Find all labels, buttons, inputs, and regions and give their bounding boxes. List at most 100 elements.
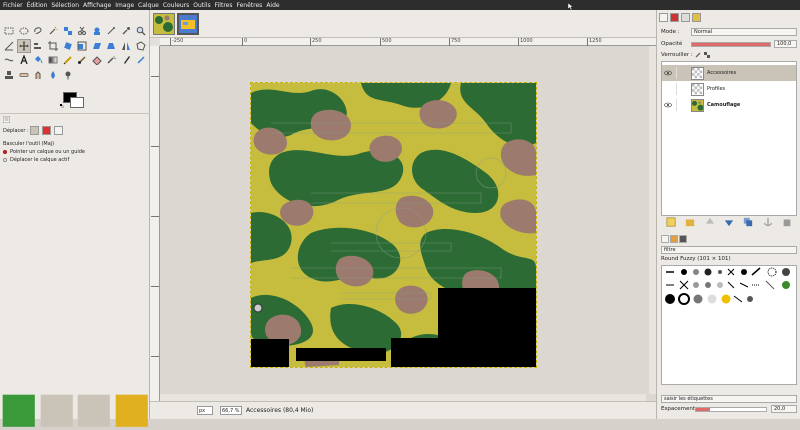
radio-move-active[interactable] bbox=[3, 157, 7, 162]
zoom-selector[interactable]: 66,7 % bbox=[220, 406, 242, 415]
camouflage-image[interactable] bbox=[250, 82, 537, 368]
move-selection-mode-button[interactable] bbox=[42, 126, 51, 135]
horizontal-ruler[interactable]: -250 0 250 500 750 1000 1250 bbox=[160, 38, 656, 46]
rect-select-tool[interactable] bbox=[2, 24, 17, 39]
delete-layer-icon[interactable] bbox=[782, 217, 792, 227]
clone-tool[interactable] bbox=[2, 68, 17, 83]
menu-colors[interactable]: Couleurs bbox=[163, 2, 189, 9]
background-color[interactable] bbox=[70, 97, 84, 108]
new-layer-icon[interactable] bbox=[666, 217, 676, 227]
layer-row[interactable]: Camouflage bbox=[662, 97, 796, 113]
tab-layers[interactable] bbox=[659, 13, 668, 22]
layer-row[interactable]: Accessoires bbox=[662, 65, 796, 81]
tab-brushes[interactable] bbox=[661, 235, 669, 243]
mode-dropdown[interactable]: Normal bbox=[691, 28, 797, 36]
radio-pick-layer[interactable] bbox=[3, 149, 7, 154]
fuzzy-select-tool[interactable] bbox=[46, 24, 61, 39]
blur-tool[interactable] bbox=[46, 68, 61, 83]
gradient-tool[interactable] bbox=[46, 53, 61, 68]
heal-tool[interactable] bbox=[17, 68, 32, 83]
menu-filters[interactable]: Filtres bbox=[215, 2, 233, 9]
scissors-tool[interactable] bbox=[75, 24, 90, 39]
perspective-tool[interactable] bbox=[104, 39, 119, 54]
lasso-tool[interactable] bbox=[31, 24, 46, 39]
shear-tool[interactable] bbox=[90, 39, 105, 54]
mypaint-brush-tool[interactable] bbox=[133, 53, 148, 68]
zoom-tool[interactable] bbox=[133, 24, 148, 39]
align-tool[interactable] bbox=[31, 39, 46, 54]
tab-channels[interactable] bbox=[670, 13, 679, 22]
option-pick-layer[interactable]: Pointer un calque ou un guide bbox=[3, 149, 85, 155]
reset-options-icon[interactable] bbox=[113, 392, 151, 430]
layer-row[interactable]: Profiles bbox=[662, 81, 796, 97]
menu-image[interactable]: Image bbox=[115, 2, 134, 9]
menu-view[interactable]: Affichage bbox=[83, 2, 111, 9]
menu-file[interactable]: Fichier bbox=[3, 2, 23, 9]
horizontal-scrollbar[interactable] bbox=[160, 394, 646, 401]
tab-undo[interactable] bbox=[692, 13, 701, 22]
move-tool[interactable] bbox=[16, 38, 32, 53]
spacing-slider[interactable] bbox=[695, 407, 767, 412]
visibility-toggle-empty[interactable] bbox=[664, 85, 672, 93]
tool-options-tab-icon[interactable] bbox=[3, 116, 10, 123]
brush-tags-input[interactable]: saisir les étiquettes bbox=[661, 395, 797, 403]
duplicate-layer-icon[interactable] bbox=[743, 217, 753, 227]
reset-colors-icon[interactable] bbox=[60, 104, 64, 108]
delete-preset-icon[interactable] bbox=[75, 392, 113, 430]
menu-help[interactable]: Aide bbox=[266, 2, 279, 9]
foreground-select-tool[interactable] bbox=[90, 24, 105, 39]
tab-paths[interactable] bbox=[681, 13, 690, 22]
visibility-eye-icon[interactable] bbox=[664, 69, 672, 77]
move-path-mode-button[interactable] bbox=[54, 126, 63, 135]
bucket-fill-tool[interactable] bbox=[31, 53, 46, 68]
color-picker-tool[interactable] bbox=[119, 24, 134, 39]
move-layer-mode-button[interactable] bbox=[30, 126, 39, 135]
opacity-value[interactable]: 100,0 bbox=[774, 40, 797, 48]
eraser-tool[interactable] bbox=[90, 53, 105, 68]
color-select-tool[interactable] bbox=[60, 24, 75, 39]
save-preset-icon[interactable] bbox=[0, 392, 38, 430]
scale-tool[interactable] bbox=[75, 39, 90, 54]
color-swatches[interactable] bbox=[60, 90, 90, 110]
tab-patterns[interactable] bbox=[670, 235, 678, 243]
dodge-burn-tool[interactable] bbox=[60, 68, 75, 83]
layer-link-toggle[interactable] bbox=[676, 67, 684, 79]
ink-tool[interactable] bbox=[119, 53, 134, 68]
text-tool[interactable] bbox=[17, 53, 32, 68]
warp-transform-tool[interactable] bbox=[2, 53, 17, 68]
restore-preset-icon[interactable] bbox=[38, 392, 76, 430]
image-tab-vehicle[interactable] bbox=[177, 13, 199, 35]
option-move-active[interactable]: Déplacer le calque actif bbox=[3, 157, 69, 163]
new-layer-group-icon[interactable] bbox=[685, 217, 695, 227]
vertical-ruler[interactable] bbox=[150, 46, 160, 401]
pencil-tool[interactable] bbox=[60, 53, 75, 68]
cage-transform-tool[interactable] bbox=[133, 39, 148, 54]
layer-link-toggle[interactable] bbox=[676, 83, 684, 95]
image-tab-camouflage[interactable] bbox=[153, 13, 175, 35]
menu-windows[interactable]: Fenêtres bbox=[236, 2, 262, 9]
unit-selector[interactable]: px bbox=[197, 406, 213, 415]
tab-gradients[interactable] bbox=[679, 235, 687, 243]
brush-filter-input[interactable]: filtre bbox=[661, 246, 797, 254]
canvas-workspace[interactable] bbox=[160, 46, 656, 401]
lock-pixels-icon[interactable] bbox=[695, 52, 701, 58]
layer-link-toggle[interactable] bbox=[676, 99, 684, 111]
menu-select[interactable]: Sélection bbox=[51, 2, 79, 9]
menu-tools[interactable]: Outils bbox=[193, 2, 210, 9]
anchor-layer-icon[interactable] bbox=[763, 217, 773, 227]
opacity-slider[interactable] bbox=[691, 42, 771, 47]
vertical-scrollbar[interactable] bbox=[649, 46, 656, 394]
visibility-eye-icon[interactable] bbox=[664, 101, 672, 109]
crop-tool[interactable] bbox=[46, 39, 61, 54]
lower-layer-icon[interactable] bbox=[724, 217, 734, 227]
paths-tool[interactable] bbox=[104, 24, 119, 39]
menu-layer[interactable]: Calque bbox=[138, 2, 159, 9]
ellipse-select-tool[interactable] bbox=[17, 24, 32, 39]
raise-layer-icon[interactable] bbox=[705, 217, 715, 227]
lock-alpha-icon[interactable] bbox=[704, 52, 710, 58]
paintbrush-tool[interactable] bbox=[75, 53, 90, 68]
smudge-tool[interactable] bbox=[31, 68, 46, 83]
spacing-value[interactable]: 20,0 bbox=[771, 405, 797, 413]
flip-tool[interactable] bbox=[119, 39, 134, 54]
measure-tool[interactable] bbox=[2, 39, 17, 54]
